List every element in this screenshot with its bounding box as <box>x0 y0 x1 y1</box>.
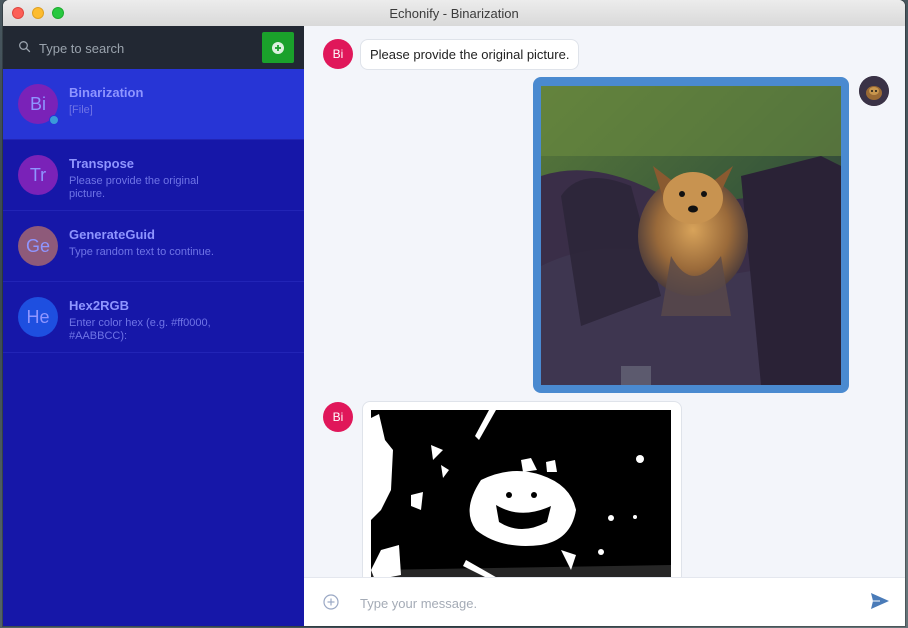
window-title: Echonify - Binarization <box>389 6 519 21</box>
conversation-preview: Enter color hex (e.g. #ff0000, #AABBCC): <box>69 317 211 342</box>
message-input[interactable] <box>358 592 842 614</box>
avatar-initials: Bi <box>29 93 46 114</box>
conversation-item-binarization[interactable]: Bi Binarization [File] <box>3 69 304 140</box>
add-attachment-icon[interactable] <box>323 594 339 610</box>
conversation-item-transpose[interactable]: Tr Transpose Please provide the original… <box>3 140 304 211</box>
dog-in-car-photo[interactable] <box>541 86 841 385</box>
user-avatar-image <box>859 76 889 106</box>
avatar: He <box>18 297 58 337</box>
send-icon[interactable] <box>871 593 889 609</box>
conversation-name: Hex2RGB <box>69 298 129 313</box>
message-bubble: Please provide the original picture. <box>360 39 580 70</box>
avatar: Ge <box>18 226 58 266</box>
online-status-dot <box>49 115 59 125</box>
message-composer <box>304 577 905 626</box>
conversation-preview: [File] <box>69 104 93 116</box>
conversation-name: Binarization <box>69 85 144 100</box>
search-bar <box>3 26 304 69</box>
image-message-bubble[interactable] <box>362 401 682 603</box>
user-avatar <box>859 76 889 106</box>
search-input[interactable] <box>37 37 256 59</box>
new-conversation-button[interactable] <box>262 32 294 63</box>
avatar-initials: Tr <box>29 164 47 185</box>
bot-avatar: Bi <box>323 39 353 69</box>
conversation-name: GenerateGuid <box>69 227 155 242</box>
avatar-initials: Ge <box>25 235 50 256</box>
conversation-item-generateguid[interactable]: Ge GenerateGuid Type random text to cont… <box>3 211 304 282</box>
title-bar: Echonify - Binarization <box>3 0 905 27</box>
conversation-list: Bi Binarization [File] Tr Transpose Plea… <box>3 69 304 353</box>
plus-circle-icon <box>272 41 284 54</box>
search-icon <box>19 41 31 53</box>
avatar: Tr <box>18 155 58 195</box>
avatar-initials: Bi <box>332 47 344 61</box>
sidebar: Bi Binarization [File] Tr Transpose Plea… <box>3 26 304 626</box>
app-window: Echonify - Binarization Bi <box>3 0 905 626</box>
avatar-initials: Bi <box>332 410 344 424</box>
image-message-bubble[interactable] <box>533 77 849 393</box>
chat-panel: Bi Please provide the original picture. <box>304 26 905 626</box>
binarized-dog-image[interactable] <box>371 410 671 580</box>
conversation-item-hex2rgb[interactable]: He Hex2RGB Enter color hex (e.g. #ff0000… <box>3 282 304 353</box>
conversation-preview: Please provide the original picture. <box>69 175 199 200</box>
avatar-initials: He <box>26 306 50 327</box>
conversation-name: Transpose <box>69 156 135 171</box>
bot-avatar: Bi <box>323 402 353 432</box>
conversation-preview: Type random text to continue. <box>69 246 214 258</box>
